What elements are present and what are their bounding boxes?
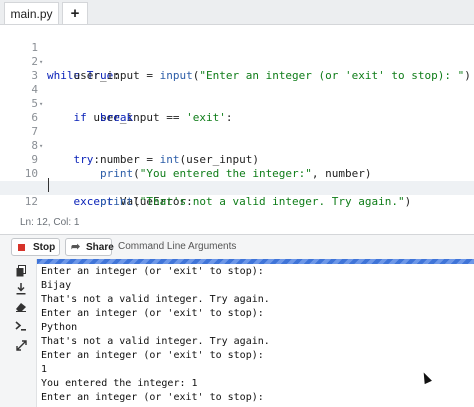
code-editor[interactable]: 1 ▾ while True: 2 user_input = input("En… [0, 25, 474, 233]
code-line: 11 print("That's not a valid integer. Tr… [0, 167, 474, 208]
copy-icon[interactable] [14, 265, 28, 279]
share-arrow-icon: ➦ [71, 241, 81, 253]
code-line: 1 ▾ while True: [0, 27, 474, 82]
tab-bar: main.py + [0, 0, 474, 25]
console-line: Bijay [41, 280, 72, 291]
code-line: 2 user_input = input("Enter an integer (… [0, 41, 474, 82]
eraser-icon[interactable] [14, 302, 28, 316]
code-line: 10 ▾ except ValueError: [0, 153, 474, 208]
line-number: 12 [24, 195, 38, 208]
console-line: Enter an integer (or 'exit' to stop): [41, 308, 264, 319]
console-line: Enter an integer (or 'exit' to stop): [41, 266, 264, 277]
text-cursor [48, 178, 49, 192]
add-tab-button[interactable]: + [62, 2, 88, 24]
console-line: Enter an integer (or 'exit' to stop): [41, 392, 264, 403]
console-line: 1 [41, 364, 48, 375]
share-button-label: Share [86, 242, 114, 253]
code-line: 4 ▾ if user_input == 'exit': [0, 69, 474, 124]
stop-square-icon [18, 244, 25, 251]
download-icon[interactable] [14, 283, 28, 297]
run-toolbar: Stop ➦ Share Command Line Arguments [0, 234, 474, 260]
code-line: 8 number = int(user_input) [0, 125, 474, 166]
command-line-arguments-link[interactable]: Command Line Arguments [118, 241, 236, 252]
console-line: That's not a valid integer. Try again. [41, 294, 270, 305]
code-line: 7 ▾ try: [0, 111, 474, 166]
code-line: 6 [0, 97, 474, 124]
cursor-position-status: Ln: 12, Col: 1 [20, 217, 80, 228]
stop-button-label: Stop [33, 242, 56, 253]
console-activity-bar [37, 259, 474, 264]
code-line: 5 break [0, 83, 474, 124]
console-line: That's not a valid integer. Try again. [41, 336, 270, 347]
tab-main-py[interactable]: main.py [4, 2, 59, 24]
console-line: Enter an integer (or 'exit' to stop): [41, 350, 264, 361]
share-button[interactable]: ➦ Share [65, 238, 114, 256]
terminal-icon[interactable] [14, 321, 28, 335]
code-line-active: 12 [0, 181, 474, 208]
code-text: print("That's not a valid integer. Try a… [99, 195, 412, 208]
console-line: Python [41, 322, 78, 333]
console-sidebar [0, 259, 37, 407]
code-line: 9 print("You entered the integer:", numb… [0, 139, 474, 180]
code-line: 3 [0, 55, 474, 82]
expand-icon[interactable] [14, 340, 28, 354]
console-output[interactable]: Enter an integer (or 'exit' to stop): Bi… [41, 265, 471, 407]
stop-button[interactable]: Stop [11, 238, 60, 256]
console-line: You entered the integer: 1 [41, 378, 198, 389]
